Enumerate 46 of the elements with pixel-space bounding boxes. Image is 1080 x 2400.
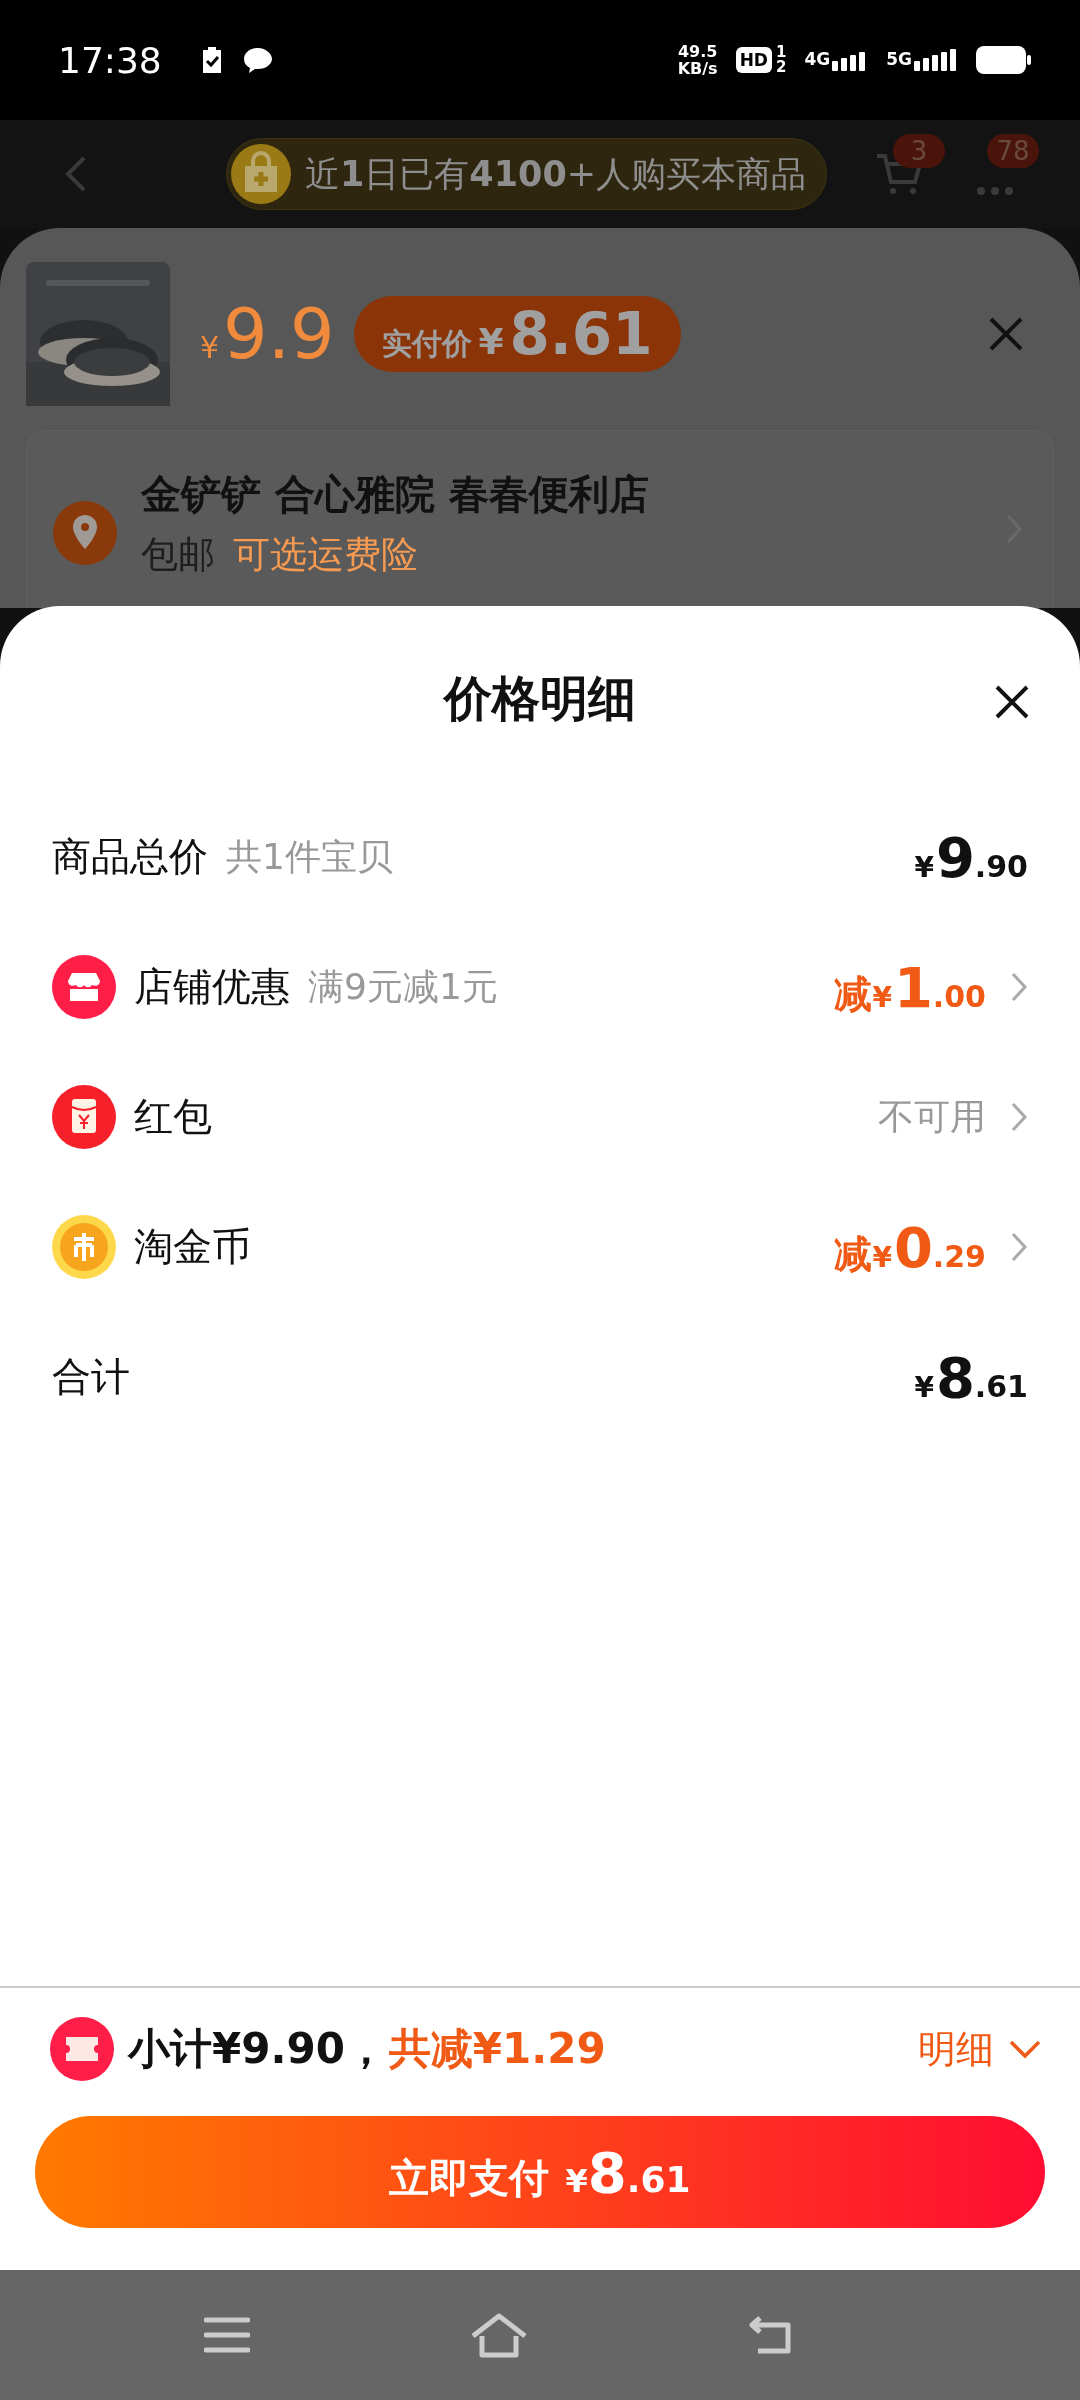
network-type: 5G	[886, 49, 912, 69]
banner-text: 近1日已有4100+人购买本商品	[305, 152, 807, 196]
sheet-title: 价格明细	[444, 669, 636, 728]
menu-icon[interactable]	[204, 2316, 250, 2354]
close-icon[interactable]	[994, 684, 1030, 720]
chevron-right-icon[interactable]	[1010, 971, 1028, 1003]
network-type: 4G	[804, 49, 831, 69]
row-amount: 减¥1.00	[834, 954, 986, 1020]
location-pin-icon	[53, 501, 117, 565]
row-label: 商品总价	[52, 833, 208, 881]
chat-bubble-icon	[241, 46, 274, 74]
signal-icon	[914, 49, 958, 71]
address-card[interactable]: 金铲铲 合心雅院 春春便利店 包邮 可选运费险	[26, 430, 1054, 608]
details-toggle[interactable]: 明细	[918, 2023, 994, 2075]
row-note: 满9元减1元	[308, 964, 498, 1009]
product-price: ¥9.9	[200, 293, 335, 375]
chevron-right-icon[interactable]	[1010, 1101, 1028, 1133]
envelope-icon	[52, 1085, 116, 1149]
home-icon[interactable]	[470, 2312, 528, 2358]
address-name: 金铲铲 合心雅院 春春便利店	[141, 470, 649, 519]
sim-numbers: 1 2	[775, 45, 787, 75]
row-amount: 减¥0.29	[834, 1214, 986, 1280]
pay-now-button[interactable]: 立即支付 ¥8.61	[35, 2116, 1045, 2228]
savings-text: 共减¥1.29	[388, 2023, 606, 2075]
row-status: 不可用	[878, 1094, 986, 1139]
row-label: 合计	[52, 1353, 130, 1401]
actual-price-tag: 实付价 ¥8.61	[354, 296, 681, 372]
shopping-bag-icon	[231, 144, 291, 204]
row-amount: ¥9.90	[914, 824, 1028, 890]
chevron-down-icon[interactable]	[1008, 2039, 1042, 2059]
shipping-label: 包邮	[141, 532, 215, 578]
row-label: 淘金币	[134, 1223, 251, 1271]
status-time: 17:38	[58, 39, 162, 81]
row-note: 共1件宝贝	[226, 834, 393, 879]
shop-icon	[52, 955, 116, 1019]
row-amount: ¥8.61	[914, 1344, 1028, 1410]
row-label: 红包	[134, 1093, 212, 1141]
coin-icon	[52, 1215, 116, 1279]
network-speed: 49.5 KB/s	[677, 43, 718, 77]
battery-icon	[976, 46, 1032, 74]
hd-badge: HD	[735, 47, 772, 73]
insurance-link[interactable]: 可选运费险	[233, 530, 418, 580]
subtotal-text: 小计¥9.90，	[128, 2023, 387, 2075]
ticket-icon	[50, 2017, 114, 2081]
row-label: 店铺优惠	[134, 963, 290, 1011]
chevron-right-icon[interactable]	[1010, 1231, 1028, 1263]
